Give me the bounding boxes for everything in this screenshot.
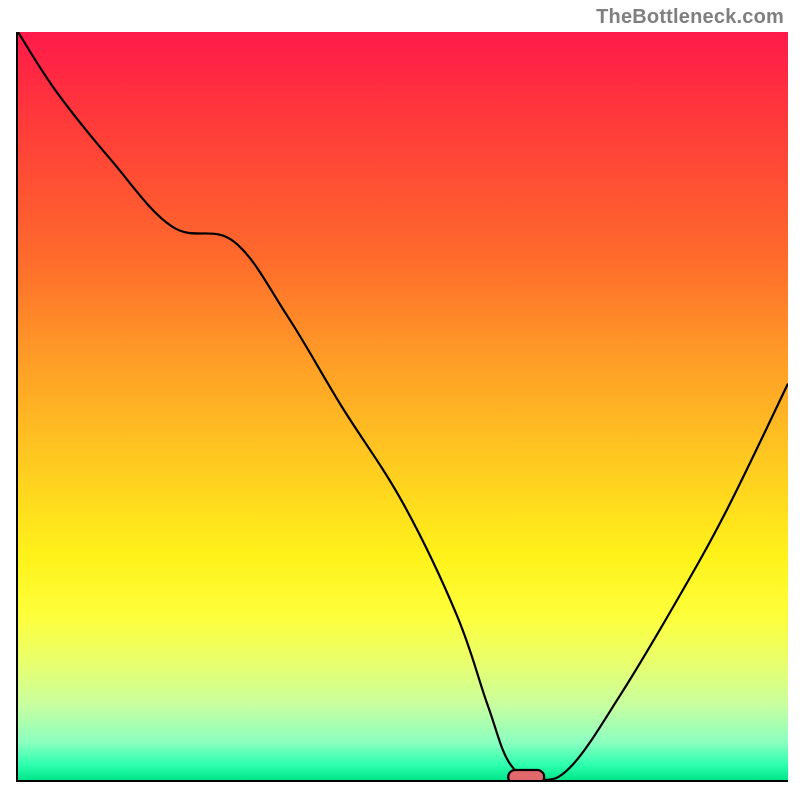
plot-area <box>16 32 788 782</box>
curve-svg <box>18 32 788 780</box>
bottleneck-curve-path <box>18 32 788 780</box>
optimum-marker <box>508 770 544 780</box>
bottleneck-chart: TheBottleneck.com <box>0 0 800 800</box>
watermark-text: TheBottleneck.com <box>596 6 784 29</box>
